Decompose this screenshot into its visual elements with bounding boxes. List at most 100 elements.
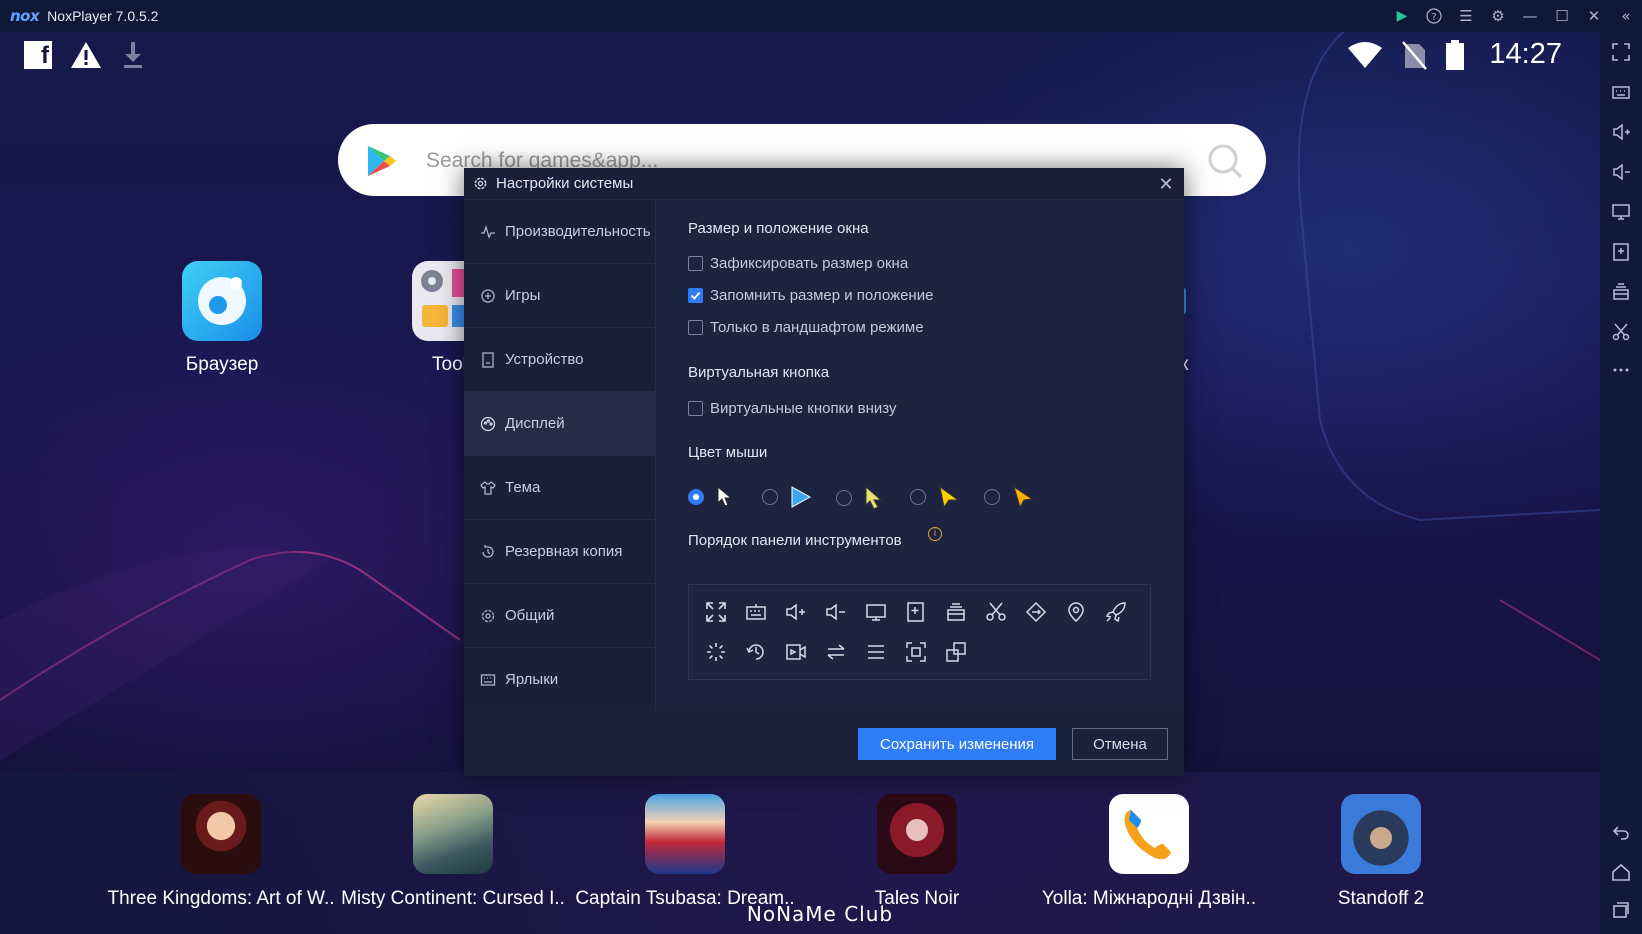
captain-tsubasa-icon — [645, 794, 725, 874]
dock-app-label: Misty Continent: Cursed I.. — [341, 888, 565, 909]
keyboard-icon[interactable] — [745, 601, 767, 623]
screen-icon[interactable] — [1600, 194, 1642, 230]
keyboard-icon[interactable] — [1600, 74, 1642, 110]
fullscreen-icon[interactable] — [705, 601, 727, 623]
radio-button[interactable] — [910, 489, 926, 505]
checkbox[interactable] — [688, 401, 703, 416]
settings-icon[interactable]: ⚙ — [1482, 0, 1514, 32]
home-icon[interactable] — [1600, 854, 1642, 890]
cursor-option-orange[interactable] — [984, 486, 1034, 508]
nav-item-label: Производительность — [505, 223, 651, 240]
multi-window-icon[interactable] — [945, 641, 967, 663]
desktop-app-label: Браузер — [185, 354, 259, 375]
scissors-icon[interactable] — [1600, 314, 1642, 350]
volume-up-icon[interactable] — [785, 601, 807, 623]
search-icon[interactable] — [1206, 142, 1244, 180]
nav-item-label: Дисплей — [505, 415, 565, 432]
loading-icon[interactable] — [705, 641, 727, 663]
checkbox-fix-window-size[interactable]: Зафиксировать размер окна — [688, 255, 908, 272]
browser-icon[interactable] — [182, 261, 262, 341]
scissors-icon[interactable] — [985, 601, 1007, 623]
dock-app-label: Yolla: Міжнародні Дзвін.. — [1041, 888, 1257, 909]
wifi-icon — [1348, 41, 1383, 68]
watermark-text: NoNaMe Club — [746, 902, 894, 926]
download-icon — [124, 42, 142, 68]
cursor-white-icon — [717, 486, 733, 507]
radio-button[interactable] — [762, 489, 778, 505]
info-icon[interactable]: i — [928, 527, 942, 541]
play-store-icon[interactable]: ▶ — [1386, 0, 1418, 32]
play-store-icon — [368, 146, 396, 176]
no-sim-icon — [1402, 40, 1428, 70]
screenshot-icon[interactable] — [905, 641, 927, 663]
dialog-title: Настройки системы — [496, 175, 634, 192]
checkbox[interactable] — [688, 320, 703, 335]
multi-instance-icon[interactable] — [945, 601, 967, 623]
checkbox[interactable] — [688, 256, 703, 271]
cursor-option-yellow[interactable] — [910, 486, 960, 508]
screen-icon[interactable] — [865, 601, 887, 623]
video-record-icon[interactable] — [785, 641, 807, 663]
collapse-sidebar-icon[interactable]: « — [1610, 0, 1642, 32]
rocket-icon[interactable] — [1105, 601, 1127, 623]
macro-record-icon[interactable] — [745, 641, 767, 663]
checkbox-virtual-buttons[interactable]: Виртуальные кнопки внизу — [688, 400, 897, 417]
app-logo: nox — [10, 7, 40, 25]
nav-item-label: Тема — [505, 479, 541, 496]
radio-button[interactable] — [836, 490, 852, 506]
volume-down-icon[interactable] — [825, 601, 847, 623]
volume-up-icon[interactable] — [1600, 114, 1642, 150]
swap-icon[interactable] — [825, 641, 847, 663]
cursor-option-cream[interactable] — [836, 486, 884, 510]
status-clock: 14:27 — [1489, 38, 1562, 70]
checkbox-label: Запомнить размер и положение — [710, 287, 934, 304]
dock-app[interactable]: Yolla: Міжнародні Дзвін.. — [1034, 794, 1264, 924]
checkbox-label: Только в ландшафтом режиме — [710, 319, 924, 336]
checkbox-remember-size[interactable]: Запомнить размер и положение — [688, 287, 933, 304]
nav-item-games[interactable]: Игры — [464, 264, 655, 328]
nav-item-device[interactable]: Устройство — [464, 328, 655, 392]
apk-icon[interactable] — [1600, 234, 1642, 270]
dock-app[interactable]: Misty Continent: Cursed I.. — [338, 794, 568, 924]
toolbar-order-panel — [688, 584, 1151, 680]
tools-folder-icon[interactable] — [412, 261, 464, 341]
radio-button[interactable] — [688, 489, 704, 505]
dock-app[interactable]: Three Kingdoms: Art of W.. — [106, 794, 336, 924]
close-button[interactable]: ✕ — [1578, 0, 1610, 32]
dock-app[interactable]: Standoff 2 — [1266, 794, 1496, 924]
save-button[interactable]: Сохранить изменения — [858, 728, 1056, 760]
close-icon[interactable]: ✕ — [1156, 174, 1176, 194]
cursor-option-white[interactable] — [688, 486, 734, 508]
apk-icon[interactable] — [905, 601, 927, 623]
nav-item-theme[interactable]: Тема — [464, 456, 655, 520]
theme-icon — [480, 480, 496, 495]
multi-instance-icon[interactable] — [1600, 274, 1642, 310]
tales-noir-icon — [877, 794, 957, 874]
fullscreen-icon[interactable] — [1600, 34, 1642, 70]
recent-apps-icon[interactable] — [1600, 892, 1642, 928]
maximize-button[interactable]: ☐ — [1546, 0, 1578, 32]
checkbox[interactable] — [688, 288, 703, 303]
nav-item-shortcuts[interactable]: Ярлыки — [464, 648, 655, 712]
volume-down-icon[interactable] — [1600, 154, 1642, 190]
rotate-icon[interactable] — [1025, 601, 1047, 623]
menu-icon[interactable] — [865, 641, 887, 663]
back-icon[interactable] — [1600, 814, 1642, 850]
nav-item-general[interactable]: Общий — [464, 584, 655, 648]
nav-item-performance[interactable]: Производительность — [464, 200, 655, 264]
nav-item-display[interactable]: Дисплей — [464, 392, 655, 456]
menu-icon[interactable]: ☰ — [1450, 0, 1482, 32]
nav-item-backup[interactable]: Резервная копия — [464, 520, 655, 584]
more-icon[interactable] — [1600, 352, 1642, 388]
nav-item-label: Игры — [505, 287, 541, 304]
cancel-button[interactable]: Отмена — [1072, 728, 1168, 760]
help-icon[interactable]: ? — [1418, 0, 1450, 32]
minimize-button[interactable]: — — [1514, 0, 1546, 32]
window-titlebar: nox NoxPlayer 7.0.5.2 ▶ ? ☰ ⚙ — ☐ ✕ « — [0, 0, 1642, 32]
radio-button[interactable] — [984, 489, 1000, 505]
dialog-footer: Сохранить изменения Отмена — [464, 710, 1184, 776]
cursor-option-blue[interactable] — [762, 486, 812, 508]
location-icon[interactable] — [1065, 601, 1087, 623]
standoff-icon — [1341, 794, 1421, 874]
checkbox-landscape-only[interactable]: Только в ландшафтом режиме — [688, 319, 924, 336]
